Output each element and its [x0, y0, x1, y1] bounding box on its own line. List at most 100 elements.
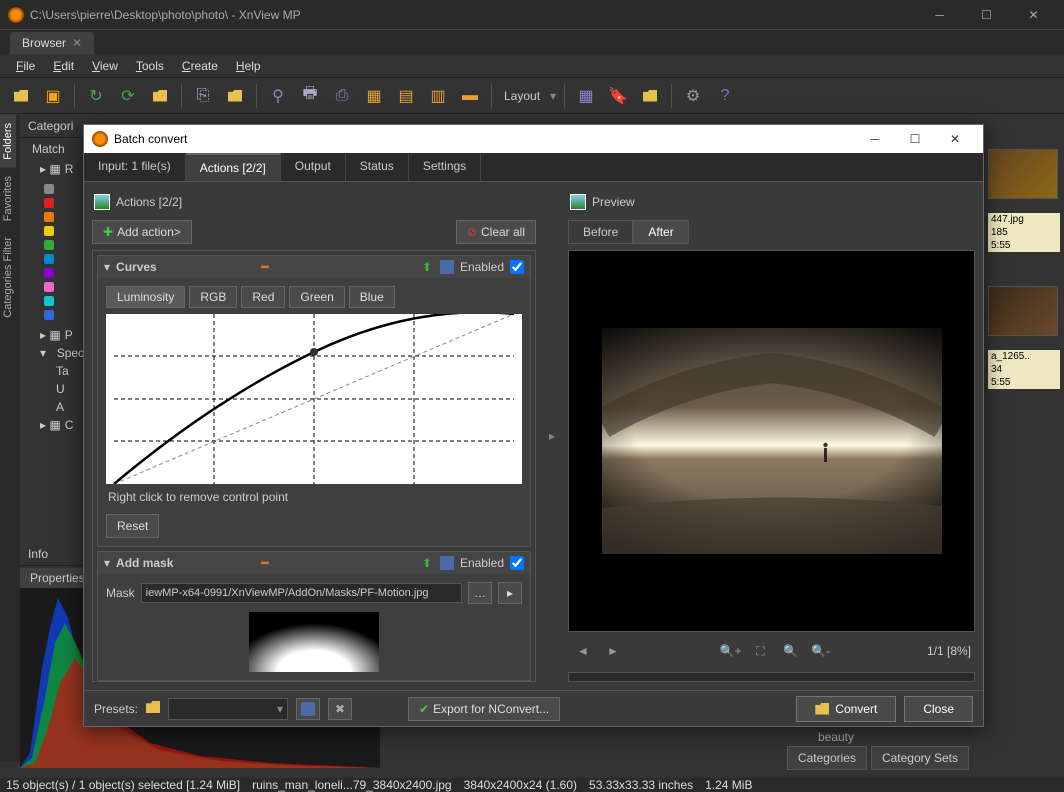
maximize-button[interactable]: ☐: [964, 1, 1009, 29]
up-folder-icon[interactable]: [147, 83, 173, 109]
sidetab-catfilter[interactable]: Categories Filter: [0, 229, 16, 326]
fullscreen-icon[interactable]: ▣: [40, 83, 66, 109]
collapse-icon[interactable]: ▾: [104, 260, 110, 274]
browse-button[interactable]: …: [468, 582, 492, 604]
export-nconvert-button[interactable]: ✔ Export for NConvert...: [408, 697, 560, 721]
sidetab-favorites[interactable]: Favorites: [0, 168, 16, 229]
thumb1-icon[interactable]: ▦: [573, 83, 599, 109]
star-icon[interactable]: [44, 254, 54, 264]
folder-icon: [815, 703, 829, 715]
remove-icon[interactable]: ━: [261, 260, 268, 274]
close-dialog-button[interactable]: Close: [904, 696, 973, 722]
enabled-checkbox[interactable]: [510, 556, 524, 570]
star-icon[interactable]: [44, 226, 54, 236]
convert-icon[interactable]: ▦: [361, 83, 387, 109]
preset-combo[interactable]: ▾: [168, 698, 288, 720]
move-icon[interactable]: [222, 83, 248, 109]
print-icon[interactable]: 🖶: [297, 83, 323, 109]
dialog-maximize-button[interactable]: ☐: [895, 125, 935, 153]
zoom-in-icon[interactable]: 🔍+: [719, 640, 741, 662]
preset-save-button[interactable]: [296, 698, 320, 720]
move-up-icon[interactable]: ⬆: [420, 260, 434, 274]
enabled-checkbox[interactable]: [510, 260, 524, 274]
star-icon[interactable]: [44, 282, 54, 292]
remove-icon[interactable]: ━: [261, 556, 268, 570]
channel-green[interactable]: Green: [289, 286, 344, 308]
thumbnail[interactable]: [988, 149, 1058, 199]
save-preset-icon[interactable]: [440, 260, 454, 274]
help-icon[interactable]: ?: [712, 83, 738, 109]
convert-button[interactable]: Convert: [796, 696, 896, 722]
dialog-bottom-bar: Presets: ▾ ✖ ✔ Export for NConvert... Co…: [84, 690, 983, 726]
batch2-icon[interactable]: ▥: [425, 83, 451, 109]
tab-category-sets[interactable]: Category Sets: [871, 746, 969, 770]
close-button[interactable]: ✕: [1011, 1, 1056, 29]
tab-input[interactable]: Input: 1 file(s): [84, 153, 186, 181]
next-image-button[interactable]: ►: [602, 640, 624, 662]
minimize-button[interactable]: ─: [917, 1, 962, 29]
zoom-100-icon[interactable]: 🔍: [779, 640, 801, 662]
preview-scrollbar[interactable]: [568, 672, 975, 682]
tag-icon[interactable]: 🔖: [605, 83, 631, 109]
close-icon[interactable]: ✕: [72, 36, 82, 50]
tab-before[interactable]: Before: [568, 220, 633, 244]
tab-after[interactable]: After: [633, 220, 688, 244]
tab-output[interactable]: Output: [281, 153, 346, 181]
channel-rgb[interactable]: RGB: [189, 286, 237, 308]
settings-icon[interactable]: ⚙: [680, 83, 706, 109]
tab-settings[interactable]: Settings: [409, 153, 481, 181]
collapse-icon[interactable]: ▾: [104, 556, 110, 570]
open-icon[interactable]: [8, 83, 34, 109]
mask-preview: [106, 612, 522, 672]
channel-blue[interactable]: Blue: [349, 286, 395, 308]
thumb-name: a_1265..: [988, 350, 1060, 363]
star-icon[interactable]: [44, 198, 54, 208]
dialog-minimize-button[interactable]: ─: [855, 125, 895, 153]
wallpaper-icon[interactable]: ▬: [457, 83, 483, 109]
prev-image-button[interactable]: ◄: [572, 640, 594, 662]
tab-actions[interactable]: Actions [2/2]: [186, 153, 281, 181]
splitter-handle[interactable]: ▸: [544, 182, 560, 690]
curves-canvas[interactable]: [106, 314, 522, 484]
star-icon[interactable]: [44, 268, 54, 278]
menu-file[interactable]: File: [8, 56, 43, 76]
save-preset-icon[interactable]: [440, 556, 454, 570]
preset-folder-icon[interactable]: [146, 701, 160, 716]
move-up-icon[interactable]: ⬆: [420, 556, 434, 570]
add-action-button[interactable]: ✚ Add action>: [92, 220, 192, 244]
star-icon[interactable]: [44, 240, 54, 250]
reset-button[interactable]: Reset: [106, 514, 159, 538]
preview-viewport[interactable]: [568, 250, 975, 632]
next-mask-button[interactable]: ▸: [498, 582, 522, 604]
channel-red[interactable]: Red: [241, 286, 285, 308]
folder2-icon[interactable]: [637, 83, 663, 109]
star-icon[interactable]: [44, 310, 54, 320]
batch-icon[interactable]: ▤: [393, 83, 419, 109]
channel-luminosity[interactable]: Luminosity: [106, 286, 185, 308]
tab-browser[interactable]: Browser ✕: [10, 32, 94, 54]
tab-status[interactable]: Status: [346, 153, 409, 181]
scan-icon[interactable]: ⎙: [329, 83, 355, 109]
preset-delete-button[interactable]: ✖: [328, 698, 352, 720]
menu-edit[interactable]: Edit: [45, 56, 82, 76]
mask-path-input[interactable]: [141, 583, 462, 603]
dialog-close-button[interactable]: ✕: [935, 125, 975, 153]
menu-view[interactable]: View: [84, 56, 126, 76]
copy-icon[interactable]: ⎘: [190, 83, 216, 109]
refresh-icon[interactable]: ↻: [83, 83, 109, 109]
search-icon[interactable]: ⚲: [265, 83, 291, 109]
reload-icon[interactable]: ⟳: [115, 83, 141, 109]
thumbnail[interactable]: [988, 286, 1058, 336]
menu-tools[interactable]: Tools: [128, 56, 172, 76]
clear-all-button[interactable]: ⊘ Clear all: [456, 220, 536, 244]
menu-help[interactable]: Help: [228, 56, 269, 76]
menu-create[interactable]: Create: [174, 56, 226, 76]
zoom-out-icon[interactable]: 🔍-: [809, 640, 831, 662]
star-icon[interactable]: [44, 296, 54, 306]
chevron-down-icon[interactable]: ▾: [550, 89, 556, 103]
tab-categories[interactable]: Categories: [787, 746, 867, 770]
zoom-fit-icon[interactable]: ⛶: [749, 640, 771, 662]
star-icon[interactable]: [44, 212, 54, 222]
sidetab-folders[interactable]: Folders: [0, 115, 16, 168]
star-icon[interactable]: [44, 184, 54, 194]
